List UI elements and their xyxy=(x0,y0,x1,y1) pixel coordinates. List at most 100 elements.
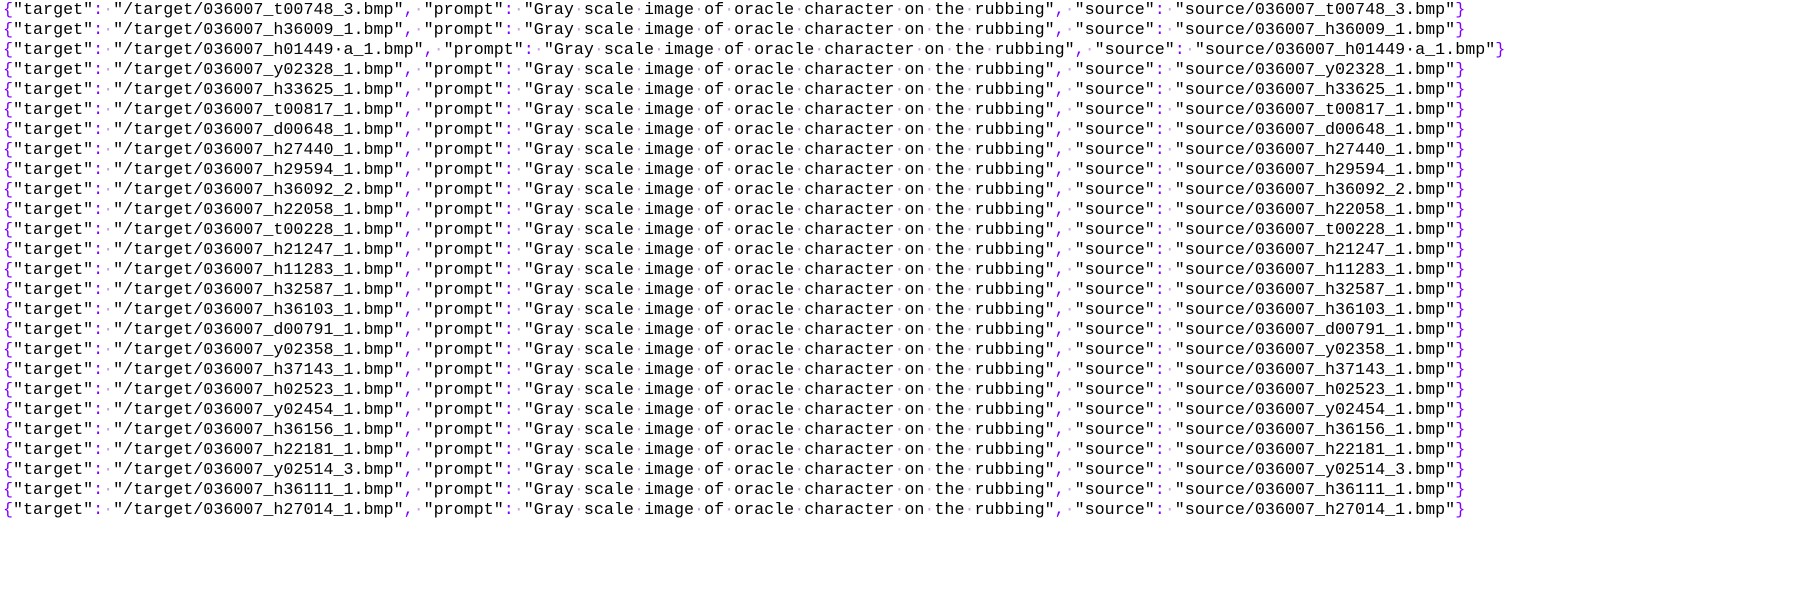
key-target: "target" xyxy=(13,301,94,320)
key-source: "source" xyxy=(1074,341,1155,360)
value-source: "source/036007_y02358_1.bmp" xyxy=(1174,341,1456,360)
whitespace-marker: · xyxy=(413,21,424,40)
value-prompt: "Gray·scale·image·of·oracle·character·on… xyxy=(523,441,1055,460)
whitespace-marker: · xyxy=(413,461,424,480)
json-line[interactable]: {"target":·"/target/036007_h11283_1.bmp"… xyxy=(0,261,1802,281)
close-brace: } xyxy=(1455,301,1466,320)
colon: : xyxy=(93,201,104,220)
colon: : xyxy=(1154,221,1165,240)
whitespace-marker: · xyxy=(1064,421,1075,440)
whitespace-marker: · xyxy=(1164,221,1175,240)
comma: , xyxy=(1054,341,1065,360)
json-line[interactable]: {"target":·"/target/036007_h32587_1.bmp"… xyxy=(0,281,1802,301)
colon: : xyxy=(503,141,514,160)
value-prompt: "Gray·scale·image·of·oracle·character·on… xyxy=(523,121,1055,140)
json-line[interactable]: {"target":·"/target/036007_h01449·a_1.bm… xyxy=(0,41,1802,61)
whitespace-marker: · xyxy=(1064,361,1075,380)
json-line[interactable]: {"target":·"/target/036007_h36111_1.bmp"… xyxy=(0,481,1802,501)
comma: , xyxy=(403,361,414,380)
json-line[interactable]: {"target":·"/target/036007_h33625_1.bmp"… xyxy=(0,81,1802,101)
json-line[interactable]: {"target":·"/target/036007_h27014_1.bmp"… xyxy=(0,501,1802,521)
json-line[interactable]: {"target":·"/target/036007_h27440_1.bmp"… xyxy=(0,141,1802,161)
json-line[interactable]: {"target":·"/target/036007_h37143_1.bmp"… xyxy=(0,361,1802,381)
whitespace-marker: · xyxy=(513,341,524,360)
whitespace-marker: · xyxy=(1164,501,1175,520)
whitespace-marker: · xyxy=(513,401,524,420)
value-target: "/target/036007_h29594_1.bmp" xyxy=(113,161,404,180)
json-line[interactable]: {"target":·"/target/036007_y02358_1.bmp"… xyxy=(0,341,1802,361)
whitespace-marker: · xyxy=(1064,101,1075,120)
key-prompt: "prompt" xyxy=(423,141,504,160)
json-line[interactable]: {"target":·"/target/036007_y02328_1.bmp"… xyxy=(0,61,1802,81)
json-line[interactable]: {"target":·"/target/036007_h36103_1.bmp"… xyxy=(0,301,1802,321)
value-prompt: "Gray·scale·image·of·oracle·character·on… xyxy=(523,381,1055,400)
value-source: "source/036007_h36103_1.bmp" xyxy=(1174,301,1456,320)
json-line[interactable]: {"target":·"/target/036007_h36092_2.bmp"… xyxy=(0,181,1802,201)
json-line[interactable]: {"target":·"/target/036007_t00817_1.bmp"… xyxy=(0,101,1802,121)
comma: , xyxy=(1054,141,1065,160)
value-target: "/target/036007_t00817_1.bmp" xyxy=(113,101,404,120)
text-editor[interactable]: {"target":·"/target/036007_t00748_3.bmp"… xyxy=(0,0,1802,600)
whitespace-marker: · xyxy=(1164,441,1175,460)
value-source: "source/036007_d00791_1.bmp" xyxy=(1174,321,1456,340)
open-brace: { xyxy=(3,121,14,140)
whitespace-marker: · xyxy=(413,1,424,20)
value-target: "/target/036007_h37143_1.bmp" xyxy=(113,361,404,380)
key-target: "target" xyxy=(13,141,94,160)
json-line[interactable]: {"target":·"/target/036007_t00228_1.bmp"… xyxy=(0,221,1802,241)
json-line[interactable]: {"target":·"/target/036007_h21247_1.bmp"… xyxy=(0,241,1802,261)
colon: : xyxy=(1154,261,1165,280)
open-brace: { xyxy=(3,141,14,160)
json-line[interactable]: {"target":·"/target/036007_d00791_1.bmp"… xyxy=(0,321,1802,341)
key-prompt: "prompt" xyxy=(423,261,504,280)
open-brace: { xyxy=(3,301,14,320)
close-brace: } xyxy=(1455,81,1466,100)
json-line[interactable]: {"target":·"/target/036007_h02523_1.bmp"… xyxy=(0,381,1802,401)
whitespace-marker: · xyxy=(413,281,424,300)
colon: : xyxy=(503,81,514,100)
close-brace: } xyxy=(1455,461,1466,480)
value-prompt: "Gray·scale·image·of·oracle·character·on… xyxy=(523,81,1055,100)
json-line[interactable]: {"target":·"/target/036007_y02514_3.bmp"… xyxy=(0,461,1802,481)
value-prompt: "Gray·scale·image·of·oracle·character·on… xyxy=(523,61,1055,80)
value-target: "/target/036007_h02523_1.bmp" xyxy=(113,381,404,400)
close-brace: } xyxy=(1455,121,1466,140)
whitespace-marker: · xyxy=(103,1,114,20)
key-prompt: "prompt" xyxy=(423,401,504,420)
json-line[interactable]: {"target":·"/target/036007_h29594_1.bmp"… xyxy=(0,161,1802,181)
json-line[interactable]: {"target":·"/target/036007_h22058_1.bmp"… xyxy=(0,201,1802,221)
colon: : xyxy=(1154,321,1165,340)
comma: , xyxy=(1054,241,1065,260)
whitespace-marker: · xyxy=(1164,421,1175,440)
colon: : xyxy=(503,201,514,220)
comma: , xyxy=(1054,61,1065,80)
key-target: "target" xyxy=(13,241,94,260)
value-target: "/target/036007_h21247_1.bmp" xyxy=(113,241,404,260)
json-line[interactable]: {"target":·"/target/036007_h36156_1.bmp"… xyxy=(0,421,1802,441)
whitespace-marker: · xyxy=(513,301,524,320)
comma: , xyxy=(1054,261,1065,280)
whitespace-marker: · xyxy=(1164,181,1175,200)
key-prompt: "prompt" xyxy=(443,41,524,60)
whitespace-marker: · xyxy=(513,101,524,120)
value-source: "source/036007_h27440_1.bmp" xyxy=(1174,141,1456,160)
json-line[interactable]: {"target":·"/target/036007_h22181_1.bmp"… xyxy=(0,441,1802,461)
key-target: "target" xyxy=(13,121,94,140)
comma: , xyxy=(1054,361,1065,380)
whitespace-marker: · xyxy=(513,281,524,300)
whitespace-marker: · xyxy=(513,221,524,240)
key-source: "source" xyxy=(1074,361,1155,380)
whitespace-marker: · xyxy=(1164,401,1175,420)
json-line[interactable]: {"target":·"/target/036007_y02454_1.bmp"… xyxy=(0,401,1802,421)
open-brace: { xyxy=(3,281,14,300)
json-line[interactable]: {"target":·"/target/036007_d00648_1.bmp"… xyxy=(0,121,1802,141)
colon: : xyxy=(503,501,514,520)
whitespace-marker: · xyxy=(1064,81,1075,100)
open-brace: { xyxy=(3,181,14,200)
key-source: "source" xyxy=(1074,481,1155,500)
comma: , xyxy=(1054,181,1065,200)
key-prompt: "prompt" xyxy=(423,361,504,380)
json-line[interactable]: {"target":·"/target/036007_h36009_1.bmp"… xyxy=(0,21,1802,41)
json-line[interactable]: {"target":·"/target/036007_t00748_3.bmp"… xyxy=(0,1,1802,21)
whitespace-marker: · xyxy=(413,61,424,80)
